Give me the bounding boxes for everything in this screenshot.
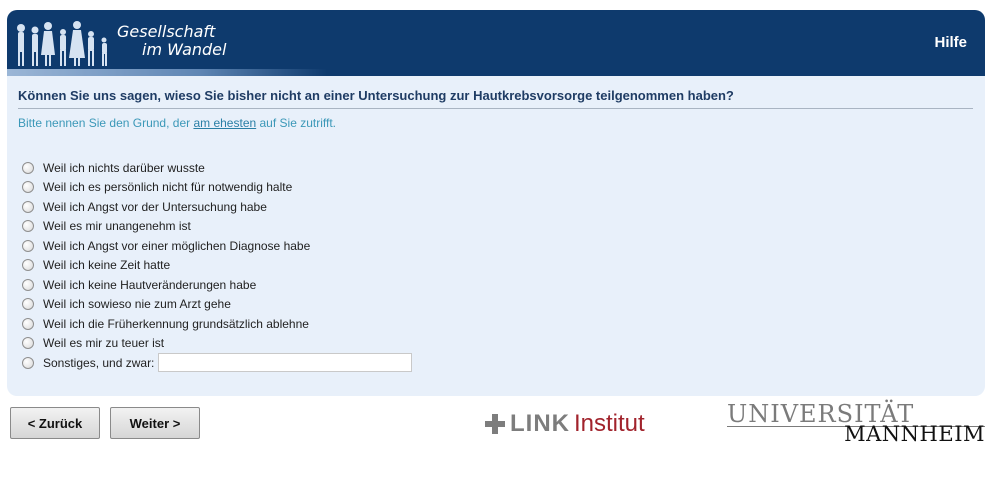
- next-button[interactable]: Weiter >: [110, 407, 200, 439]
- option-label: Weil es mir zu teuer ist: [43, 336, 165, 351]
- option-label: Weil ich nichts darüber wusste: [43, 160, 205, 175]
- header-stripe: [7, 69, 327, 76]
- option-item[interactable]: Weil ich keine Hautveränderungen habe: [22, 275, 412, 295]
- link-institut-logo: LINK Institut: [484, 410, 645, 438]
- logo-wordmark: Gesellschaft im Wandel: [117, 23, 226, 59]
- instruction-before: Bitte nennen Sie den Grund, der: [18, 116, 194, 130]
- option-item[interactable]: Weil es mir zu teuer ist: [22, 334, 412, 354]
- header-bar: Gesellschaft im Wandel Hilfe: [7, 10, 985, 76]
- option-item[interactable]: Weil ich sowieso nie zum Arzt gehe: [22, 295, 412, 315]
- option-label: Weil es mir unangenehm ist: [43, 219, 191, 234]
- answer-options: Weil ich nichts darüber wusste Weil ich …: [22, 158, 413, 373]
- people-silhouettes-icon: [17, 21, 107, 66]
- radio-button[interactable]: [22, 239, 34, 252]
- back-button[interactable]: < Zurück: [10, 407, 100, 439]
- instruction-emphasis: am ehesten: [193, 116, 257, 130]
- radio-button[interactable]: [22, 161, 34, 174]
- radio-button[interactable]: [22, 356, 34, 369]
- option-item[interactable]: Weil ich Angst vor einer möglichen Diagn…: [22, 236, 412, 256]
- radio-button[interactable]: [22, 278, 34, 291]
- survey-card: Gesellschaft im Wandel Hilfe Können Sie …: [7, 10, 985, 396]
- option-label: Weil ich Angst vor einer möglichen Diagn…: [43, 238, 311, 253]
- option-label: Weil ich keine Hautveränderungen habe: [43, 277, 257, 292]
- option-item[interactable]: Weil ich keine Zeit hatte: [22, 256, 412, 276]
- option-item[interactable]: Weil ich Angst vor der Untersuchung habe: [22, 197, 412, 217]
- option-label: Weil ich Angst vor der Untersuchung habe: [43, 199, 267, 214]
- option-label: Weil ich es persönlich nicht für notwend…: [43, 180, 293, 195]
- instruction-after: auf Sie zutrifft.: [256, 116, 337, 130]
- logo-line-2: im Wandel: [142, 40, 227, 59]
- radio-button[interactable]: [22, 298, 34, 311]
- option-item[interactable]: Weil ich nichts darüber wusste: [22, 158, 412, 178]
- logo-line-1: Gesellschaft: [117, 22, 216, 41]
- option-item[interactable]: Weil ich es persönlich nicht für notwend…: [22, 178, 412, 198]
- radio-button[interactable]: [22, 200, 34, 213]
- radio-button[interactable]: [22, 220, 34, 233]
- radio-button[interactable]: [22, 317, 34, 330]
- option-label: Weil ich keine Zeit hatte: [43, 258, 171, 273]
- institut-wordmark: Institut: [574, 410, 645, 437]
- radio-button[interactable]: [22, 259, 34, 272]
- university-mannheim-logo: UNIVERSITÄT MANNHEIM: [727, 400, 985, 448]
- question-text: Können Sie uns sagen, wieso Sie bisher n…: [18, 88, 973, 109]
- other-text-input[interactable]: [158, 353, 413, 373]
- option-item[interactable]: Weil ich die Früherkennung grundsätzlich…: [22, 314, 412, 334]
- option-label: Weil ich sowieso nie zum Arzt gehe: [43, 297, 231, 312]
- option-label: Weil ich die Früherkennung grundsätzlich…: [43, 316, 309, 331]
- help-link[interactable]: Hilfe: [934, 34, 967, 51]
- instruction-text: Bitte nennen Sie den Grund, der am ehest…: [18, 116, 336, 130]
- option-item-other[interactable]: Sonstiges, und zwar:: [22, 353, 413, 373]
- link-wordmark: LINK: [510, 410, 570, 437]
- option-item[interactable]: Weil es mir unangenehm ist: [22, 217, 412, 237]
- uni-bottom-text: MANNHEIM: [844, 422, 985, 446]
- radio-button[interactable]: [22, 181, 34, 194]
- other-option-label: Sonstiges, und zwar:: [43, 355, 155, 370]
- radio-button[interactable]: [22, 337, 34, 350]
- cross-icon: [485, 414, 505, 434]
